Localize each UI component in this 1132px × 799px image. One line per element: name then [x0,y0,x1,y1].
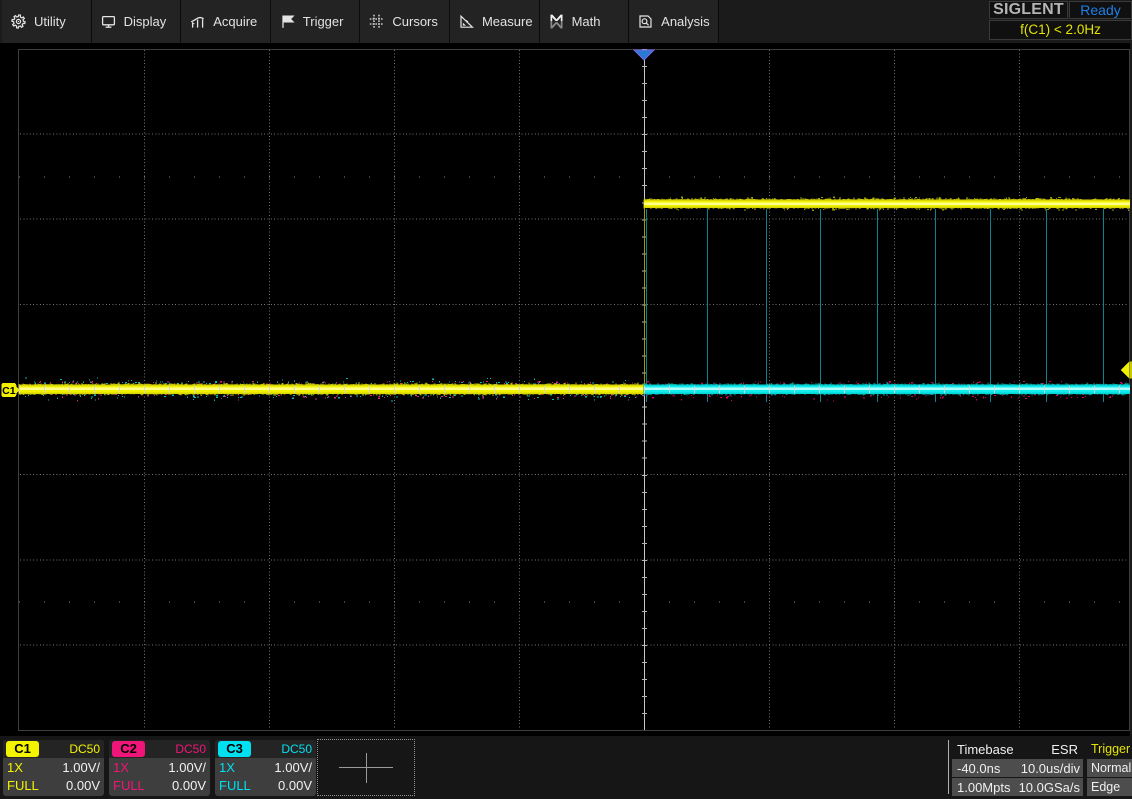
svg-text:C1: C1 [2,385,16,397]
